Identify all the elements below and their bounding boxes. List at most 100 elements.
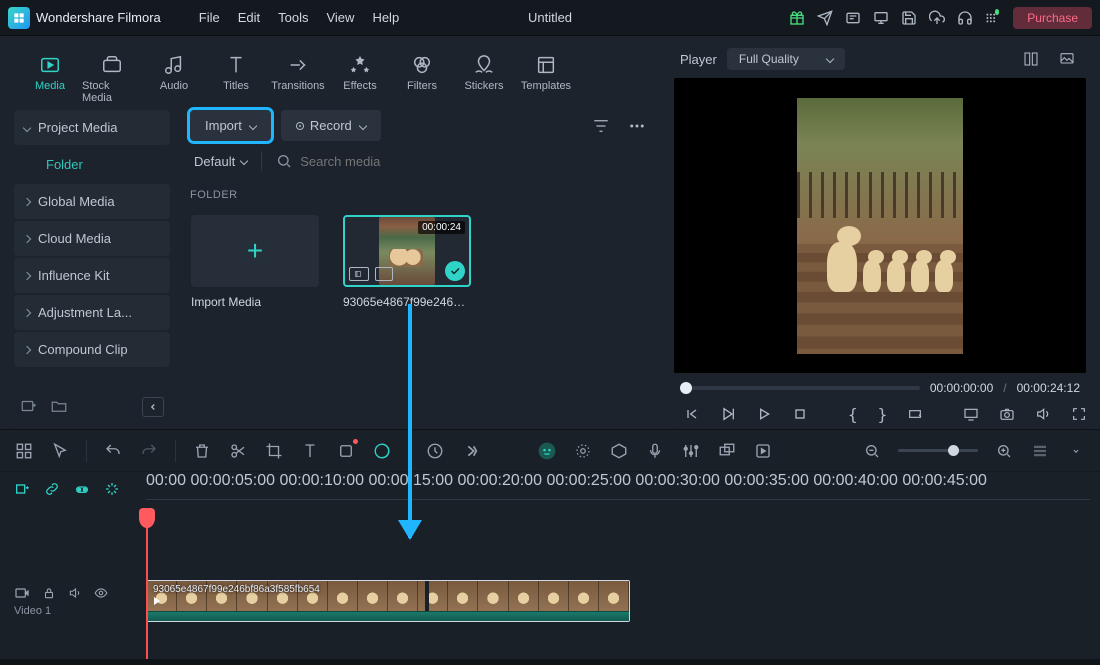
sidebar-item-influence-kit[interactable]: Influence Kit (14, 258, 170, 293)
templates-icon (535, 54, 557, 76)
add-track-button[interactable] (14, 481, 32, 499)
zoom-out-button[interactable] (862, 441, 882, 461)
ruler-tick: 00:00:10:00 (279, 472, 364, 489)
monitor-icon[interactable] (873, 10, 889, 26)
display-button[interactable] (963, 405, 979, 423)
collapse-sidebar-button[interactable] (142, 397, 164, 417)
apps-icon[interactable] (985, 10, 1001, 26)
clip-thumbnail[interactable]: 00:00:24 (343, 215, 471, 287)
search-input[interactable] (300, 154, 650, 169)
dashboard-icon[interactable] (14, 441, 34, 461)
record-button[interactable]: Record (281, 110, 381, 141)
keyframe-button[interactable] (573, 441, 593, 461)
send-icon[interactable] (817, 10, 833, 26)
tab-filters[interactable]: Filters (392, 50, 452, 104)
import-media-box[interactable]: + (191, 215, 319, 287)
cursor-icon[interactable] (50, 441, 70, 461)
delete-button[interactable] (192, 441, 212, 461)
speed-button[interactable] (425, 441, 445, 461)
adjust-button[interactable] (336, 441, 356, 461)
cloud-upload-icon[interactable] (929, 10, 945, 26)
menu-help[interactable]: Help (372, 10, 399, 25)
new-folder-icon[interactable] (50, 397, 70, 417)
tab-transitions[interactable]: Transitions (268, 50, 328, 104)
color-button[interactable] (372, 441, 392, 461)
tab-templates[interactable]: Templates (516, 50, 576, 104)
tab-audio[interactable]: Audio (144, 50, 204, 104)
zoom-slider[interactable] (898, 449, 978, 452)
track-visible-icon[interactable] (94, 586, 108, 600)
sidebar-item-compound-clip[interactable]: Compound Clip (14, 332, 170, 367)
track-view-chevron[interactable] (1066, 441, 1086, 461)
track-mute-icon[interactable] (68, 586, 82, 600)
view-image-icon[interactable] (1054, 46, 1080, 72)
sidebar-item-adjustment-layer[interactable]: Adjustment La... (14, 295, 170, 330)
timeline-clip[interactable]: 93065e4867f99e246bf86a3f585fb654 (146, 580, 630, 622)
text-button[interactable] (300, 441, 320, 461)
ai-button[interactable] (537, 441, 557, 461)
tab-titles[interactable]: Titles (206, 50, 266, 104)
undo-button[interactable] (103, 441, 123, 461)
mixer-button[interactable] (681, 441, 701, 461)
stop-button[interactable] (792, 405, 808, 423)
render-button[interactable] (753, 441, 773, 461)
track-view-button[interactable] (1030, 441, 1050, 461)
sidebar-item-folder[interactable]: Folder (14, 147, 170, 182)
playhead[interactable] (146, 508, 148, 659)
sidebar-item-cloud-media[interactable]: Cloud Media (14, 221, 170, 256)
save-icon[interactable] (901, 10, 917, 26)
tab-stock-media[interactable]: Stock Media (82, 50, 142, 104)
voice-over-button[interactable] (645, 441, 665, 461)
scrub-track[interactable] (680, 386, 920, 390)
tab-stickers[interactable]: Stickers (454, 50, 514, 104)
preview-viewport[interactable] (674, 78, 1086, 373)
ruler[interactable]: 00:00 00:00:05:00 00:00:10:00 00:00:15:0… (146, 472, 1090, 508)
zoom-knob[interactable] (948, 445, 959, 456)
play-button[interactable] (756, 405, 772, 423)
import-button[interactable]: Import (190, 110, 271, 141)
timeline-body[interactable]: Video 1 93065e4867f99e246bf86a3f585fb654 (0, 508, 1100, 659)
more-tools-button[interactable] (461, 441, 481, 461)
auto-ripple-button[interactable] (104, 481, 122, 499)
menu-edit[interactable]: Edit (238, 10, 260, 25)
headphones-icon[interactable] (957, 10, 973, 26)
prev-frame-button[interactable] (684, 405, 700, 423)
sidebar-item-project-media[interactable]: Project Media (14, 110, 170, 145)
sort-dropdown[interactable]: Default (190, 154, 247, 169)
menu-view[interactable]: View (326, 10, 354, 25)
fullscreen-button[interactable] (1071, 405, 1087, 423)
redo-button[interactable] (139, 441, 159, 461)
tab-media[interactable]: Media (20, 50, 80, 104)
media-clip-tile[interactable]: 00:00:24 93065e4867f99e246bf8... (342, 215, 472, 309)
gift-icon[interactable] (789, 10, 805, 26)
filter-icon[interactable] (588, 113, 614, 139)
snapshot-button[interactable] (999, 405, 1015, 423)
magnet-button[interactable] (74, 481, 92, 499)
quality-dropdown[interactable]: Full Quality (727, 48, 845, 70)
new-bin-icon[interactable] (20, 397, 40, 417)
scrub-knob[interactable] (680, 382, 692, 394)
import-media-tile[interactable]: + Import Media (190, 215, 320, 309)
zoom-in-button[interactable] (994, 441, 1014, 461)
ruler-tick: 00:00:05:00 (191, 472, 276, 489)
split-button[interactable] (228, 441, 248, 461)
aspect-ratio-button[interactable] (907, 405, 923, 423)
group-button[interactable] (717, 441, 737, 461)
purchase-button[interactable]: Purchase (1013, 7, 1092, 29)
tab-effects[interactable]: Effects (330, 50, 390, 104)
more-icon[interactable] (624, 113, 650, 139)
message-icon[interactable] (845, 10, 861, 26)
marker-button[interactable] (609, 441, 629, 461)
view-grid-icon[interactable] (1018, 46, 1044, 72)
sidebar-item-global-media[interactable]: Global Media (14, 184, 170, 219)
crop-button[interactable] (264, 441, 284, 461)
track-video-icon[interactable] (14, 585, 30, 601)
track-lock-icon[interactable] (42, 586, 56, 600)
mark-in-button[interactable]: { (848, 405, 858, 423)
menu-tools[interactable]: Tools (278, 10, 308, 25)
menu-file[interactable]: File (199, 10, 220, 25)
volume-button[interactable] (1035, 405, 1051, 423)
link-button[interactable] (44, 481, 62, 499)
mark-out-button[interactable]: } (878, 405, 888, 423)
play-frame-button[interactable] (720, 405, 736, 423)
